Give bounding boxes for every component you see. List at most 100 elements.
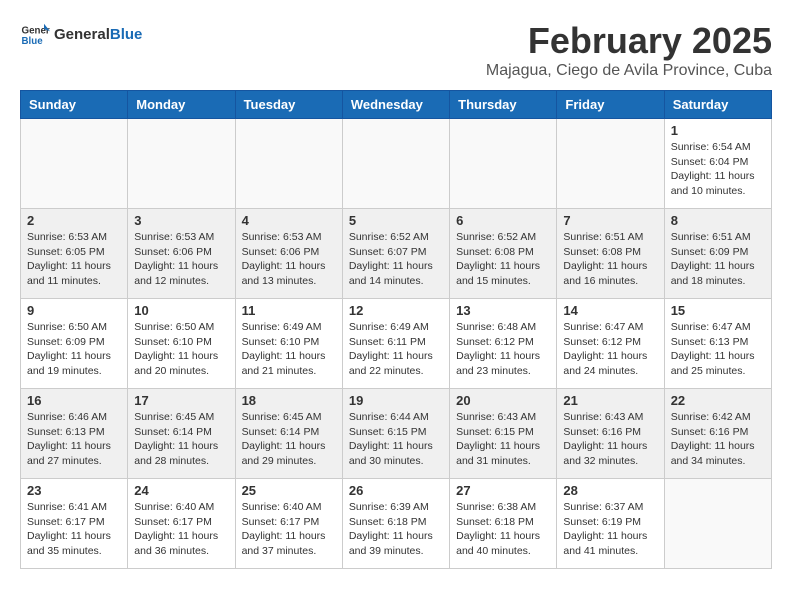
logo: General Blue GeneralBlue — [20, 20, 142, 50]
calendar-cell: 23 Sunrise: 6:41 AM Sunset: 6:17 PM Dayli… — [21, 479, 128, 569]
calendar-week-2: 2Sunrise: 6:53 AM Sunset: 6:05 PM Daylig… — [21, 209, 772, 299]
day-number: 19 — [349, 393, 443, 408]
calendar-cell: 15 Sunrise: 6:47 AM Sunset: 6:13 PM Dayli… — [664, 299, 771, 389]
calendar-cell: 5 Sunrise: 6:52 AM Sunset: 6:07 PM Daylig… — [342, 209, 449, 299]
title-section: February 2025 Majagua, Ciego de Avila Pr… — [486, 20, 772, 80]
day-number: 1 — [671, 123, 765, 138]
weekday-header-sunday: Sunday — [21, 91, 128, 119]
day-number: 16 — [27, 393, 121, 408]
day-number: 4 — [242, 213, 336, 228]
day-info: Sunrise: 6:39 AM Sunset: 6:18 PM Dayligh… — [349, 500, 443, 559]
day-info: Sunrise: 6:51 AM Sunset: 6:09 PM Dayligh… — [671, 230, 765, 289]
calendar-cell: 20 Sunrise: 6:43 AM Sunset: 6:15 PM Dayli… — [450, 389, 557, 479]
calendar-cell — [128, 119, 235, 209]
logo-general: General — [54, 26, 110, 43]
day-number: 10 — [134, 303, 228, 318]
day-number: 7 — [563, 213, 657, 228]
day-info: Sunrise: 6:47 AM Sunset: 6:13 PM Dayligh… — [671, 320, 765, 379]
calendar-cell: 10 Sunrise: 6:50 AM Sunset: 6:10 PM Dayli… — [128, 299, 235, 389]
day-number: 22 — [671, 393, 765, 408]
calendar-week-3: 9 Sunrise: 6:50 AM Sunset: 6:09 PM Daylig… — [21, 299, 772, 389]
calendar-cell — [450, 119, 557, 209]
calendar-cell: 7 Sunrise: 6:51 AM Sunset: 6:08 PM Daylig… — [557, 209, 664, 299]
calendar-cell: 19Sunrise: 6:44 AM Sunset: 6:15 PM Dayli… — [342, 389, 449, 479]
calendar-cell: 6 Sunrise: 6:52 AM Sunset: 6:08 PM Daylig… — [450, 209, 557, 299]
day-info: Sunrise: 6:42 AM Sunset: 6:16 PM Dayligh… — [671, 410, 765, 469]
logo-icon: General Blue — [20, 20, 50, 50]
day-info: Sunrise: 6:52 AM Sunset: 6:08 PM Dayligh… — [456, 230, 550, 289]
calendar-cell: 14 Sunrise: 6:47 AM Sunset: 6:12 PM Dayli… — [557, 299, 664, 389]
day-number: 25 — [242, 483, 336, 498]
calendar-cell — [21, 119, 128, 209]
day-number: 9 — [27, 303, 121, 318]
day-number: 23 — [27, 483, 121, 498]
logo-blue: Blue — [110, 26, 143, 43]
calendar-cell: 25 Sunrise: 6:40 AM Sunset: 6:17 PM Dayli… — [235, 479, 342, 569]
month-title: February 2025 — [486, 20, 772, 62]
calendar-cell: 12Sunrise: 6:49 AM Sunset: 6:11 PM Dayli… — [342, 299, 449, 389]
day-info: Sunrise: 6:50 AM Sunset: 6:10 PM Dayligh… — [134, 320, 228, 379]
day-number: 20 — [456, 393, 550, 408]
day-number: 13 — [456, 303, 550, 318]
day-info: Sunrise: 6:41 AM Sunset: 6:17 PM Dayligh… — [27, 500, 121, 559]
day-number: 17 — [134, 393, 228, 408]
weekday-header-saturday: Saturday — [664, 91, 771, 119]
day-number: 14 — [563, 303, 657, 318]
day-info: Sunrise: 6:45 AM Sunset: 6:14 PM Dayligh… — [242, 410, 336, 469]
calendar-table: SundayMondayTuesdayWednesdayThursdayFrid… — [20, 90, 772, 569]
day-info: Sunrise: 6:50 AM Sunset: 6:09 PM Dayligh… — [27, 320, 121, 379]
day-number: 24 — [134, 483, 228, 498]
day-info: Sunrise: 6:45 AM Sunset: 6:14 PM Dayligh… — [134, 410, 228, 469]
day-info: Sunrise: 6:49 AM Sunset: 6:11 PM Dayligh… — [349, 320, 443, 379]
day-number: 28 — [563, 483, 657, 498]
calendar-week-4: 16 Sunrise: 6:46 AM Sunset: 6:13 PM Dayli… — [21, 389, 772, 479]
day-info: Sunrise: 6:46 AM Sunset: 6:13 PM Dayligh… — [27, 410, 121, 469]
calendar-cell: 11 Sunrise: 6:49 AM Sunset: 6:10 PM Dayli… — [235, 299, 342, 389]
day-number: 11 — [242, 303, 336, 318]
day-number: 8 — [671, 213, 765, 228]
day-info: Sunrise: 6:40 AM Sunset: 6:17 PM Dayligh… — [134, 500, 228, 559]
calendar-week-1: 1 Sunrise: 6:54 AM Sunset: 6:04 PM Daylig… — [21, 119, 772, 209]
calendar-cell — [235, 119, 342, 209]
page-header: General Blue GeneralBlue February 2025 M… — [20, 20, 772, 80]
calendar-cell — [664, 479, 771, 569]
calendar-cell: 9 Sunrise: 6:50 AM Sunset: 6:09 PM Daylig… — [21, 299, 128, 389]
day-info: Sunrise: 6:37 AM Sunset: 6:19 PM Dayligh… — [563, 500, 657, 559]
calendar-cell — [557, 119, 664, 209]
weekday-header-wednesday: Wednesday — [342, 91, 449, 119]
day-info: Sunrise: 6:54 AM Sunset: 6:04 PM Dayligh… — [671, 140, 765, 199]
location-title: Majagua, Ciego de Avila Province, Cuba — [486, 62, 772, 80]
day-number: 27 — [456, 483, 550, 498]
day-info: Sunrise: 6:53 AM Sunset: 6:06 PM Dayligh… — [242, 230, 336, 289]
day-info: Sunrise: 6:43 AM Sunset: 6:15 PM Dayligh… — [456, 410, 550, 469]
day-info: Sunrise: 6:52 AM Sunset: 6:07 PM Dayligh… — [349, 230, 443, 289]
calendar-cell: 16 Sunrise: 6:46 AM Sunset: 6:13 PM Dayli… — [21, 389, 128, 479]
calendar-cell: 26Sunrise: 6:39 AM Sunset: 6:18 PM Dayli… — [342, 479, 449, 569]
day-number: 3 — [134, 213, 228, 228]
day-number: 15 — [671, 303, 765, 318]
weekday-header-monday: Monday — [128, 91, 235, 119]
calendar-cell: 3 Sunrise: 6:53 AM Sunset: 6:06 PM Daylig… — [128, 209, 235, 299]
calendar-cell: 4 Sunrise: 6:53 AM Sunset: 6:06 PM Daylig… — [235, 209, 342, 299]
calendar-cell: 18Sunrise: 6:45 AM Sunset: 6:14 PM Dayli… — [235, 389, 342, 479]
day-number: 6 — [456, 213, 550, 228]
weekday-header-thursday: Thursday — [450, 91, 557, 119]
day-number: 5 — [349, 213, 443, 228]
calendar-cell: 17 Sunrise: 6:45 AM Sunset: 6:14 PM Dayli… — [128, 389, 235, 479]
calendar-cell: 22 Sunrise: 6:42 AM Sunset: 6:16 PM Dayli… — [664, 389, 771, 479]
day-info: Sunrise: 6:40 AM Sunset: 6:17 PM Dayligh… — [242, 500, 336, 559]
day-info: Sunrise: 6:47 AM Sunset: 6:12 PM Dayligh… — [563, 320, 657, 379]
weekday-header-friday: Friday — [557, 91, 664, 119]
calendar-cell — [342, 119, 449, 209]
calendar-cell: 28 Sunrise: 6:37 AM Sunset: 6:19 PM Dayli… — [557, 479, 664, 569]
day-info: Sunrise: 6:43 AM Sunset: 6:16 PM Dayligh… — [563, 410, 657, 469]
day-info: Sunrise: 6:49 AM Sunset: 6:10 PM Dayligh… — [242, 320, 336, 379]
calendar-cell: 2Sunrise: 6:53 AM Sunset: 6:05 PM Daylig… — [21, 209, 128, 299]
day-info: Sunrise: 6:53 AM Sunset: 6:06 PM Dayligh… — [134, 230, 228, 289]
day-number: 21 — [563, 393, 657, 408]
calendar-cell: 27Sunrise: 6:38 AM Sunset: 6:18 PM Dayli… — [450, 479, 557, 569]
calendar-cell: 13 Sunrise: 6:48 AM Sunset: 6:12 PM Dayli… — [450, 299, 557, 389]
day-info: Sunrise: 6:48 AM Sunset: 6:12 PM Dayligh… — [456, 320, 550, 379]
day-info: Sunrise: 6:51 AM Sunset: 6:08 PM Dayligh… — [563, 230, 657, 289]
calendar-header-row: SundayMondayTuesdayWednesdayThursdayFrid… — [21, 91, 772, 119]
